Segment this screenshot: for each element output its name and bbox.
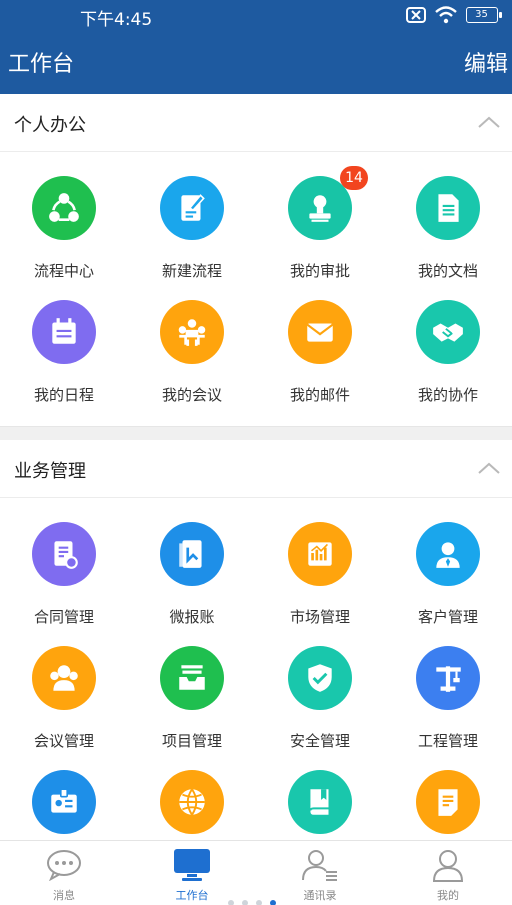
tile-label: 项目管理 bbox=[161, 732, 222, 750]
tile-shield-check[interactable]: 安全管理 bbox=[256, 646, 384, 770]
tile-label: 我的日程 bbox=[33, 386, 94, 404]
document-icon bbox=[416, 176, 480, 240]
tile-label: 微报账 bbox=[169, 608, 215, 626]
page-dot bbox=[256, 900, 262, 905]
id-card-icon bbox=[32, 770, 96, 834]
tile-contract[interactable]: 合同管理 bbox=[0, 522, 128, 646]
tile-label: 流程中心 bbox=[33, 262, 94, 280]
tab-contacts[interactable]: 通讯录 bbox=[256, 841, 384, 905]
section-title: 业务管理 bbox=[14, 461, 86, 482]
tile-handshake[interactable]: 我的协作 bbox=[384, 300, 512, 424]
section-divider bbox=[0, 426, 512, 440]
tile-people-group[interactable]: 会议管理 bbox=[0, 646, 128, 770]
tab-label: 我的 bbox=[437, 889, 459, 902]
contacts-icon bbox=[300, 847, 340, 883]
tile-inbox-tray[interactable]: 项目管理 bbox=[128, 646, 256, 770]
tile-label: 我的审批 bbox=[289, 262, 350, 280]
tile-label: 市场管理 bbox=[289, 608, 350, 626]
tile-label: 我的文档 bbox=[417, 262, 478, 280]
tile-label: 工程管理 bbox=[417, 732, 478, 750]
status-icons: 35 bbox=[406, 6, 502, 24]
share-nodes-icon bbox=[32, 176, 96, 240]
section-title: 个人办公 bbox=[14, 115, 86, 136]
message-bubble-icon bbox=[44, 847, 84, 883]
tile-label: 安全管理 bbox=[289, 732, 350, 750]
edit-document-icon bbox=[160, 176, 224, 240]
tile-share-nodes[interactable]: 流程中心 bbox=[0, 176, 128, 300]
tab-profile[interactable]: 我的 bbox=[384, 841, 512, 905]
tile-crane[interactable]: 工程管理 bbox=[384, 646, 512, 770]
tile-label: 我的邮件 bbox=[289, 386, 350, 404]
page-dot bbox=[242, 900, 248, 905]
tab-monitor[interactable]: 工作台 bbox=[128, 841, 256, 905]
chevron-up-icon[interactable] bbox=[478, 116, 500, 128]
status-time: 下午4:45 bbox=[80, 10, 153, 30]
profile-icon bbox=[428, 847, 468, 883]
handshake-icon bbox=[416, 300, 480, 364]
globe-icon bbox=[160, 770, 224, 834]
tile-edit-document[interactable]: 新建流程 bbox=[128, 176, 256, 300]
wifi-icon bbox=[435, 6, 457, 24]
section-header-personal[interactable]: 个人办公 bbox=[0, 94, 512, 152]
tile-label: 新建流程 bbox=[161, 262, 222, 280]
edit-button[interactable]: 编辑 bbox=[464, 46, 508, 78]
sim-x-icon bbox=[406, 7, 426, 23]
tile-label: 会议管理 bbox=[33, 732, 94, 750]
report-book-icon bbox=[160, 522, 224, 586]
tile-label: 客户管理 bbox=[417, 608, 478, 626]
notification-badge: 14 bbox=[340, 166, 368, 190]
customer-icon bbox=[416, 522, 480, 586]
page-dot-active bbox=[270, 900, 276, 905]
app-header: 工作台 编辑 bbox=[0, 30, 512, 94]
book-icon bbox=[288, 770, 352, 834]
calendar-icon bbox=[32, 300, 96, 364]
tile-meeting[interactable]: 我的会议 bbox=[128, 300, 256, 424]
status-bar: 下午4:45 35 bbox=[0, 0, 512, 30]
people-group-icon bbox=[32, 646, 96, 710]
battery-level: 35 bbox=[475, 9, 488, 20]
monitor-icon bbox=[172, 847, 212, 883]
note-icon bbox=[416, 770, 480, 834]
tile-stamp[interactable]: 14 我的审批 bbox=[256, 166, 384, 300]
chevron-up-icon[interactable] bbox=[478, 462, 500, 474]
bottom-tab-bar: 消息 工作台 通讯录我的 bbox=[0, 840, 512, 905]
battery-icon: 35 bbox=[466, 7, 502, 23]
section-header-business[interactable]: 业务管理 bbox=[0, 440, 512, 498]
market-chart-icon bbox=[288, 522, 352, 586]
tile-mail[interactable]: 我的邮件 bbox=[256, 300, 384, 424]
tile-customer[interactable]: 客户管理 bbox=[384, 522, 512, 646]
tile-label: 我的会议 bbox=[161, 386, 222, 404]
tab-message-bubble[interactable]: 消息 bbox=[0, 841, 128, 905]
tile-market-chart[interactable]: 市场管理 bbox=[256, 522, 384, 646]
mail-icon bbox=[288, 300, 352, 364]
tile-calendar[interactable]: 我的日程 bbox=[0, 300, 128, 424]
tab-label: 消息 bbox=[53, 889, 75, 902]
contract-icon bbox=[32, 522, 96, 586]
page-dot bbox=[228, 900, 234, 905]
page-indicator bbox=[228, 900, 276, 905]
shield-check-icon bbox=[288, 646, 352, 710]
tile-label: 合同管理 bbox=[33, 608, 94, 626]
page-title: 工作台 bbox=[8, 52, 75, 77]
tile-report-book[interactable]: 微报账 bbox=[128, 522, 256, 646]
tile-label: 我的协作 bbox=[417, 386, 478, 404]
meeting-icon bbox=[160, 300, 224, 364]
crane-icon bbox=[416, 646, 480, 710]
tile-document[interactable]: 我的文档 bbox=[384, 176, 512, 300]
inbox-tray-icon bbox=[160, 646, 224, 710]
